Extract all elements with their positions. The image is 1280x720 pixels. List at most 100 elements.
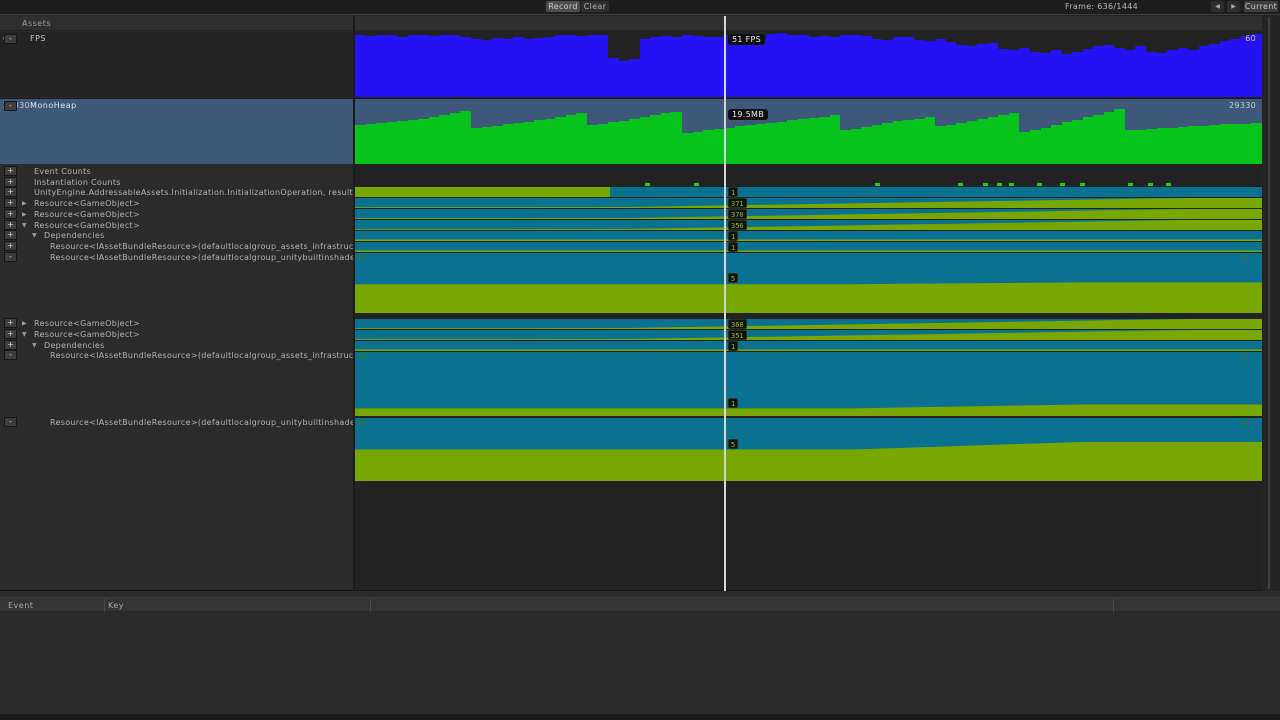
collapse-graph-button[interactable]: -	[4, 252, 17, 262]
graph-bar	[1019, 131, 1030, 164]
foldout-open-icon[interactable]: ▼	[22, 331, 27, 338]
key-column-header[interactable]: Key	[108, 601, 124, 610]
graph-bar	[776, 33, 788, 97]
tree-row[interactable]: + Resource<IAssetBundleResource>(defaultl…	[0, 241, 353, 252]
graph-bar	[1019, 47, 1030, 97]
next-frame-button[interactable]: ▶	[1227, 1, 1240, 12]
tree-row[interactable]: + Event Counts	[0, 166, 353, 177]
column-divider[interactable]	[370, 599, 371, 612]
record-button[interactable]: Record	[546, 1, 580, 12]
collapse-graph-button[interactable]: -	[4, 350, 17, 360]
instantiation-tick	[997, 183, 1002, 186]
graph-bar	[903, 119, 914, 164]
graph-bar	[439, 35, 450, 97]
expand-graph-button[interactable]: +	[4, 187, 17, 197]
fps-graph	[355, 32, 1263, 97]
graph-bar	[681, 132, 693, 164]
foldout-closed-icon[interactable]: ▶	[22, 211, 27, 218]
tree-row[interactable]: + ▼ Resource<GameObject>	[0, 329, 353, 340]
tree-row[interactable]: + ▶ Resource<GameObject>	[0, 318, 353, 329]
previous-frame-button[interactable]: ◀	[1211, 1, 1224, 12]
fps-value-badge: 51 FPS	[728, 34, 766, 45]
graph-bar	[998, 48, 1009, 97]
graph-bar	[650, 37, 661, 97]
graph-bar	[913, 39, 925, 97]
graph-bar	[776, 121, 788, 164]
event-count-graph[interactable]	[355, 352, 1262, 416]
event-count-graph[interactable]	[355, 231, 1262, 241]
tree-row-label: Resource<IAssetBundleResource>(defaultlo…	[50, 351, 353, 360]
foldout-open-icon[interactable]: ▼	[32, 342, 37, 349]
count-value-badge: 1	[728, 187, 739, 197]
fps-collapse-button[interactable]: -	[4, 34, 17, 44]
graph-bar	[713, 36, 725, 97]
tree-row[interactable]: - Resource<IAssetBundleResource>(defaultl…	[0, 417, 353, 428]
graph-bar	[797, 35, 809, 97]
graph-bar	[1167, 127, 1178, 164]
graph-bar	[1030, 130, 1041, 164]
event-count-graph[interactable]	[355, 330, 1262, 340]
current-frame-button[interactable]: Current	[1244, 1, 1278, 12]
graph-bar	[850, 34, 862, 97]
tree-row[interactable]: + ▶ Resource<GameObject>	[0, 209, 353, 220]
event-count-fill	[355, 441, 1262, 481]
event-count-graph[interactable]	[355, 220, 1262, 230]
column-divider[interactable]	[1113, 599, 1114, 612]
event-column-header[interactable]: Event	[8, 601, 33, 610]
event-count-graph[interactable]	[355, 242, 1262, 252]
graph-bar	[1240, 123, 1252, 164]
instantiation-tick	[694, 183, 699, 186]
clear-button[interactable]: Clear	[581, 1, 609, 12]
foldout-closed-icon[interactable]: ▶	[22, 200, 27, 207]
event-count-graph[interactable]	[355, 341, 1262, 351]
tree-row[interactable]: + UnityEngine.AddressableAssets.Initializ…	[0, 187, 353, 198]
monoheap-row-selected[interactable]: - MonoHeap 29330 29330	[0, 98, 1263, 164]
graph-bar	[555, 35, 566, 97]
foldout-open-icon[interactable]: ▼	[32, 232, 37, 239]
event-count-graph[interactable]	[355, 209, 1262, 219]
graph-bar	[692, 35, 704, 97]
scrollbar[interactable]	[1268, 17, 1270, 589]
event-count-graph[interactable]	[355, 198, 1262, 208]
event-count-graph[interactable]	[355, 253, 1262, 313]
assets-column-header[interactable]: Assets	[0, 16, 1280, 31]
graph-bar	[829, 37, 841, 97]
event-count-graph[interactable]	[355, 319, 1262, 329]
graph-bar	[713, 128, 725, 164]
expand-graph-button[interactable]: +	[4, 177, 17, 187]
graph-bar	[1219, 124, 1231, 164]
tree-row[interactable]: - Resource<IAssetBundleResource>(defaultl…	[0, 350, 353, 361]
expand-graph-button[interactable]: +	[4, 329, 17, 339]
collapse-graph-button[interactable]: -	[4, 417, 17, 427]
column-divider[interactable]	[104, 599, 105, 612]
foldout-open-icon[interactable]: ▼	[22, 222, 27, 229]
expand-graph-button[interactable]: +	[4, 198, 17, 208]
expand-graph-button[interactable]: +	[4, 209, 17, 219]
tree-row[interactable]: + ▶ Resource<GameObject>	[0, 198, 353, 209]
expand-graph-button[interactable]: +	[4, 230, 17, 240]
event-count-graph[interactable]	[355, 418, 1262, 481]
graph-bar	[439, 115, 450, 164]
graph-bar	[692, 131, 704, 164]
expand-graph-button[interactable]: +	[4, 340, 17, 350]
expand-graph-button[interactable]: +	[4, 318, 17, 328]
event-count-fill	[355, 330, 1262, 340]
graph-bar	[892, 121, 904, 164]
monoheap-value-badge: 19.5MB	[728, 109, 769, 120]
monoheap-collapse-button[interactable]: -	[4, 101, 17, 111]
block-scale-left: 10	[357, 419, 367, 427]
graph-bar	[745, 125, 756, 164]
expand-graph-button[interactable]: +	[4, 241, 17, 251]
foldout-closed-icon[interactable]: ▶	[22, 320, 27, 327]
tree-graph-divider[interactable]	[353, 15, 355, 591]
current-frame-line[interactable]	[724, 16, 726, 591]
expand-graph-button[interactable]: +	[4, 166, 17, 176]
graph-bar	[608, 122, 619, 164]
fps-row[interactable]: - FPS 60 60	[0, 32, 1263, 97]
graph-bar	[365, 123, 377, 164]
graph-bar	[355, 125, 366, 164]
event-count-graph[interactable]	[355, 187, 1262, 197]
expand-graph-button[interactable]: +	[4, 220, 17, 230]
tree-row[interactable]: + ▼ Dependencies	[0, 230, 353, 241]
tree-row[interactable]: - Resource<IAssetBundleResource>(defaultl…	[0, 252, 353, 263]
